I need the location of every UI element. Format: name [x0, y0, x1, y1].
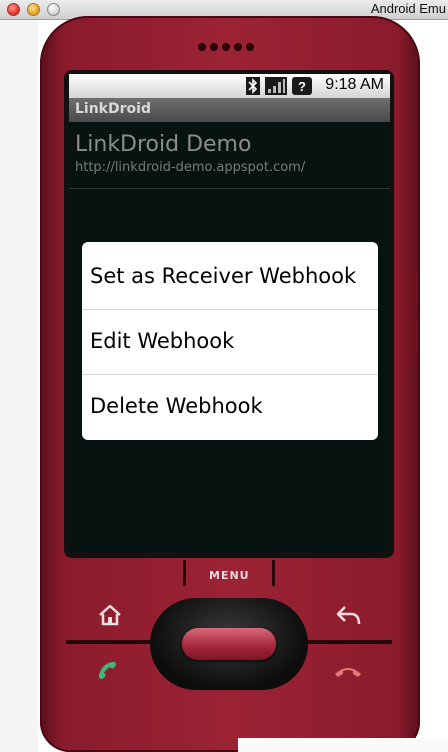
- menu-key-right-edge: [272, 560, 275, 586]
- key-divider-left: [66, 640, 152, 644]
- alert-icon: ?: [292, 77, 312, 95]
- emulator-left-edge: [0, 20, 38, 752]
- home-icon[interactable]: [97, 604, 123, 626]
- volume-up-key[interactable]: [412, 270, 418, 310]
- menu-key[interactable]: MENU: [209, 569, 250, 582]
- key-divider-right: [306, 640, 392, 644]
- end-call-icon[interactable]: [333, 662, 363, 680]
- menu-item-set-receiver-webhook[interactable]: Set as Receiver Webhook: [82, 244, 378, 308]
- app-title-bar: LinkDroid: [69, 98, 390, 122]
- status-bar: ? 9:18 AM: [69, 74, 390, 98]
- bluetooth-icon: [246, 77, 260, 95]
- signal-icon: [265, 77, 287, 95]
- context-menu: Set as Receiver Webhook Edit Webhook Del…: [82, 242, 378, 440]
- call-icon[interactable]: [96, 660, 124, 682]
- volume-down-key[interactable]: [412, 318, 418, 354]
- status-time: 9:18 AM: [325, 76, 384, 93]
- window-minimize-button[interactable]: [27, 3, 40, 16]
- app-title: LinkDroid: [75, 101, 151, 117]
- menu-key-left-edge: [183, 560, 186, 586]
- svg-text:?: ?: [298, 79, 306, 94]
- window-zoom-button[interactable]: [47, 3, 60, 16]
- webhook-list-item-url: http://linkdroid-demo.appspot.com/: [75, 160, 306, 175]
- trackball[interactable]: [182, 628, 276, 660]
- list-divider: [69, 188, 390, 189]
- back-icon[interactable]: [335, 604, 363, 626]
- window-close-button[interactable]: [7, 3, 20, 16]
- menu-item-edit-webhook[interactable]: Edit Webhook: [82, 309, 378, 373]
- earpiece-speaker: [198, 36, 258, 55]
- device-screen[interactable]: ? 9:18 AM LinkDroid LinkDroid Demo http:…: [69, 74, 390, 552]
- menu-item-delete-webhook[interactable]: Delete Webhook: [82, 374, 378, 438]
- window-bottom-strip: [238, 738, 448, 752]
- webhook-list-item-title[interactable]: LinkDroid Demo: [75, 132, 251, 157]
- window-title: Android Emu: [370, 1, 446, 16]
